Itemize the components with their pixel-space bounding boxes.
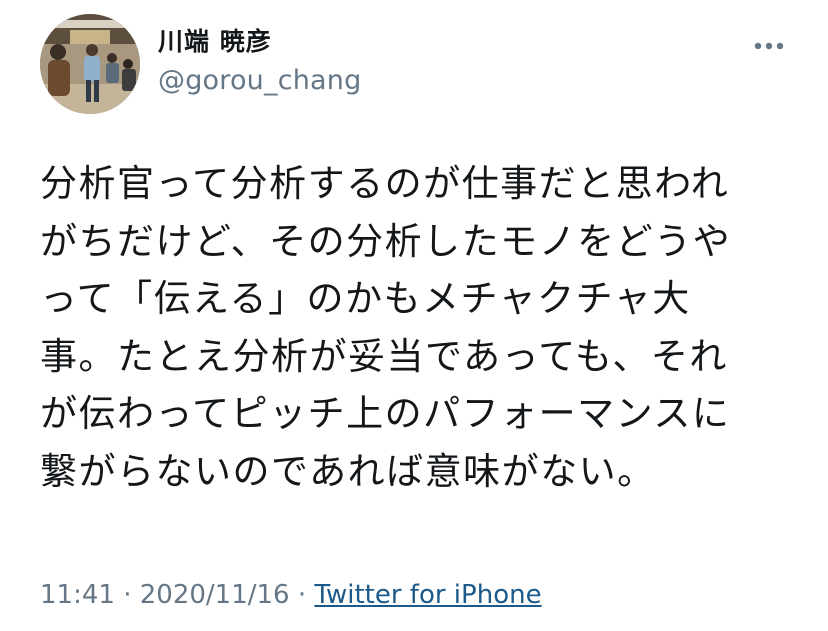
tweet-meta: 11:41 · 2020/11/16 · Twitter for iPhone [40,575,542,615]
tweet-date: 2020/11/16 [139,580,290,610]
user-handle[interactable]: @gorou_chang [158,64,361,98]
avatar-photo [40,14,140,114]
more-horizontal-icon [754,42,784,50]
meta-separator: · [123,580,132,610]
tweet-time: 11:41 [40,580,115,610]
avatar[interactable] [40,14,140,114]
tweet-card: 川端 暁彦 @gorou_chang 分析官って分析するのが仕事だと思われ がち… [0,0,828,631]
tweet-text: 分析官って分析するのが仕事だと思われ がちだけど、その分析したモノをどうや って… [40,162,732,493]
display-name[interactable]: 川端 暁彦 [158,26,361,58]
more-options-button[interactable] [752,36,792,56]
meta-separator: · [297,580,307,610]
tweet-source-link[interactable]: Twitter for iPhone [314,580,541,610]
user-info: 川端 暁彦 @gorou_chang [158,26,361,98]
tweet-header: 川端 暁彦 @gorou_chang [38,12,798,116]
